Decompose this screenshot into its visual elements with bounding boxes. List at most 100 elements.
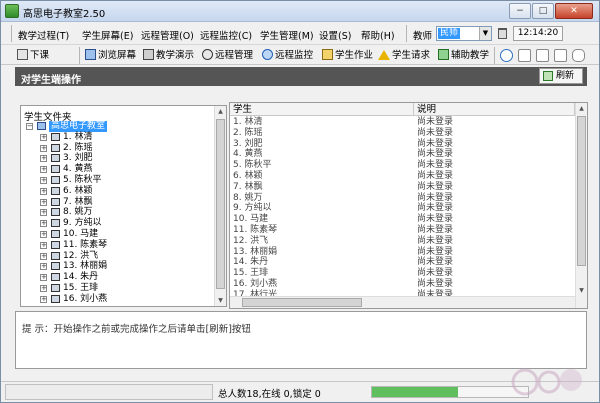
list-item[interactable]: 4. 黄燕 尚未登录 [230,149,575,160]
list-item[interactable]: 13. 林丽娟 尚未登录 [230,247,575,258]
expand-icon[interactable]: + [40,241,47,249]
list-vertical-scrollbar[interactable]: ▲ ▼ [575,103,587,308]
tree-item-label[interactable]: 5. 陈秋平 [63,175,101,186]
tree-item[interactable]: +1. 林清 [24,132,214,143]
list-item[interactable]: 15. 王琲 尚未登录 [230,268,575,279]
expand-icon[interactable]: + [40,133,47,141]
list-horizontal-scrollbar[interactable] [230,296,575,308]
tree-item[interactable]: +5. 陈秋平 [24,175,214,186]
expand-icon[interactable]: + [40,274,47,282]
column-header-student[interactable]: 学生 [230,103,414,116]
fullscreen-icon[interactable] [554,49,567,62]
tree-item[interactable]: +13. 林丽娟 [24,261,214,272]
tree-vertical-scrollbar[interactable]: ▲ ▼ [214,106,226,306]
scroll-up-icon[interactable]: ▲ [215,106,226,117]
list-item[interactable]: 14. 朱丹 尚未登录 [230,257,575,268]
scroll-down-icon[interactable]: ▼ [215,295,226,306]
menu-settings[interactable]: 设置(S) [319,28,351,42]
tree-item-label[interactable]: 6. 林颖 [63,186,92,197]
expand-icon[interactable]: + [40,252,47,260]
expand-icon[interactable]: + [40,284,47,292]
expand-icon[interactable]: + [40,144,47,152]
student-tree[interactable]: − 高思电子教室 +1. 林清 +2. 陈瑶 +3. 刘肥 +4. 黄燕 +5. 陈秋平… [24,121,214,305]
tree-item[interactable]: +16. 刘小燕 [24,294,214,305]
tree-item-label[interactable]: 4. 黄燕 [63,164,92,175]
scroll-up-icon[interactable]: ▲ [576,103,587,114]
list-item[interactable]: 12. 洪飞 尚未登录 [230,236,575,247]
remote-monitor-button[interactable]: 远程监控 [262,48,313,63]
expand-icon[interactable]: + [40,166,47,174]
browse-screen-button[interactable]: 浏览屏幕 [85,48,136,63]
tree-item-label[interactable]: 8. 姚万 [63,207,92,218]
tree-item[interactable]: +4. 黄燕 [24,164,214,175]
tree-item[interactable]: +7. 林飘 [24,197,214,208]
remote-manage-button[interactable]: 远程管理 [202,48,253,63]
tree-item[interactable]: +15. 王琲 [24,283,214,294]
refresh-button[interactable]: 刷新 [539,68,583,84]
maximize-button[interactable]: □ [532,3,554,19]
student-request-button[interactable]: 学生请求 [378,48,430,63]
tree-item-label[interactable]: 9. 方纯以 [63,218,101,229]
teaching-demo-button[interactable]: 教学演示 [143,48,194,63]
list-item[interactable]: 7. 林飘 尚未登录 [230,182,575,193]
teacher-select[interactable]: 民师 ▼ [436,26,492,41]
expand-icon[interactable]: + [40,198,47,206]
student-homework-button[interactable]: 学生作业 [322,48,373,63]
tree-item[interactable]: +14. 朱丹 [24,272,214,283]
tree-item[interactable]: +11. 陈素琴 [24,240,214,251]
trash-icon[interactable] [498,28,507,39]
list-item[interactable]: 9. 方纯以 尚未登录 [230,203,575,214]
tree-item[interactable]: +6. 林颖 [24,186,214,197]
list-item[interactable]: 5. 陈秋平 尚未登录 [230,160,575,171]
list-item[interactable]: 1. 林清 尚未登录 [230,117,575,128]
expand-icon[interactable]: + [40,155,47,163]
expand-icon[interactable]: + [40,230,47,238]
expand-icon[interactable]: + [40,263,47,271]
menu-student-screen[interactable]: 学生屏幕(E) [82,28,133,42]
assist-teaching-button[interactable]: 辅助教学 [438,48,489,63]
expand-icon[interactable]: + [40,209,47,217]
list-item[interactable]: 16. 刘小燕 尚未登录 [230,279,575,290]
tree-root-label[interactable]: 高思电子教室 [49,121,108,132]
menu-student-manage[interactable]: 学生管理(M) [260,28,314,42]
menu-teaching-process[interactable]: 教学过程(T) [18,28,69,42]
tree-item[interactable]: +12. 洪飞 [24,251,214,262]
tree-item-label[interactable]: 14. 朱丹 [63,272,98,283]
tree-root[interactable]: − 高思电子教室 [24,121,214,132]
close-button[interactable]: ✕ [555,3,593,19]
tree-item-label[interactable]: 3. 刘肥 [63,153,92,164]
tree-item-label[interactable]: 2. 陈瑶 [63,143,92,154]
grid-icon[interactable] [536,49,549,62]
scrollbar-thumb[interactable] [216,119,225,289]
scroll-down-icon[interactable]: ▼ [576,285,587,296]
tree-item-label[interactable]: 11. 陈素琴 [63,240,107,251]
tree-item[interactable]: +10. 马建 [24,229,214,240]
expand-icon[interactable]: + [40,220,47,228]
end-class-button[interactable]: 下课 [17,48,49,63]
tree-item-label[interactable]: 1. 林清 [63,132,92,143]
menu-remote-monitor[interactable]: 远程监控(C) [200,28,252,42]
list-item[interactable]: 11. 陈素琴 尚未登录 [230,225,575,236]
tree-item-label[interactable]: 15. 王琲 [63,283,98,294]
chat-icon[interactable] [500,49,513,62]
title-bar[interactable]: 高思电子教室2.50 − □ ✕ [1,1,599,22]
minimize-button[interactable]: − [509,3,531,19]
tree-item-label[interactable]: 13. 林丽娟 [63,261,107,272]
tree-item[interactable]: +9. 方纯以 [24,218,214,229]
abc-icon[interactable] [518,49,531,62]
tree-item-label[interactable]: 12. 洪飞 [63,251,98,262]
hand-icon[interactable] [572,49,585,62]
expand-icon[interactable]: + [40,187,47,195]
tree-item-label[interactable]: 7. 林飘 [63,197,92,208]
list-item[interactable]: 6. 林颖 尚未登录 [230,171,575,182]
tree-item[interactable]: +3. 刘肥 [24,153,214,164]
tree-item[interactable]: +8. 姚万 [24,207,214,218]
scrollbar-thumb[interactable] [242,298,362,307]
dropdown-arrow-icon[interactable]: ▼ [479,27,491,40]
tree-item-label[interactable]: 16. 刘小燕 [63,294,107,305]
tree-item-label[interactable]: 10. 马建 [63,229,98,240]
menu-help[interactable]: 帮助(H) [361,28,395,42]
expand-icon[interactable]: + [40,176,47,184]
list-item[interactable]: 10. 马建 尚未登录 [230,214,575,225]
expand-icon[interactable]: + [40,295,47,303]
